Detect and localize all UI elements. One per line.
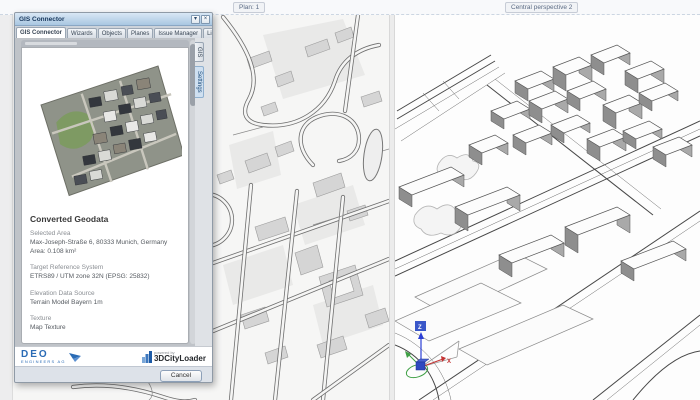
gis-connector-panel: GIS Connector ▾ × GIS Connector Wizards … (14, 12, 213, 383)
section-value: Terrain Model Bayern 1m (30, 299, 180, 308)
tab-wizards[interactable]: Wizards (67, 28, 97, 38)
perspective-drawing: Z X (395, 15, 700, 400)
perspective-buildings (395, 45, 692, 365)
side-tab-gis[interactable]: GIS (195, 42, 204, 62)
brand-name: DEO (21, 350, 66, 359)
viewport-tab-perspective[interactable]: Central perspective 2 (505, 2, 578, 13)
engineers-logo: DEO ENGINEERS AG (21, 350, 82, 364)
pin-icon[interactable]: ▾ (191, 15, 200, 24)
viewport-tab-plan[interactable]: Plan: 1 (233, 2, 265, 13)
geodata-preview-image (30, 52, 182, 204)
section-value: Max-Joseph-Straße 6, 80333 Munich, Germa… (30, 239, 180, 248)
panel-content: Converted Geodata Selected Area Max-Jose… (15, 38, 197, 346)
brand-subtitle: ENGINEERS AG (21, 359, 66, 364)
section-label: Elevation Data Source (30, 290, 180, 297)
cancel-button[interactable]: Cancel (160, 370, 202, 382)
perspective-viewport[interactable]: Z X (395, 15, 700, 400)
section-value: ETRS89 / UTM zone 32N (EPSG: 25832) (30, 273, 180, 282)
section-value: Map Texture (30, 324, 180, 333)
perspective-vegetation (414, 155, 479, 236)
product-name: 3DCityLoader (154, 355, 206, 363)
tab-gis-connector[interactable]: GIS Connector (16, 27, 66, 38)
panel-footer: DEO ENGINEERS AG powered by 3DCityLoader (15, 346, 212, 366)
app-left-margin (0, 15, 13, 400)
palette-side-tabs: GIS Settings (195, 38, 212, 346)
section-texture: Texture Map Texture (30, 315, 180, 333)
section-label: Target Reference System (30, 264, 180, 271)
section-elevation-data-source: Elevation Data Source Terrain Model Baye… (30, 290, 180, 308)
x-axis-label: X (447, 359, 451, 365)
application-window: Plan: 1 Central perspective 2 (0, 0, 700, 400)
section-label: Selected Area (30, 230, 180, 237)
tab-objects[interactable]: Objects (98, 28, 126, 38)
wizard-page-header (21, 40, 189, 47)
paper-plane-icon (68, 351, 82, 363)
panel-bottom-bar: Cancel (15, 366, 212, 383)
close-icon[interactable]: × (201, 15, 210, 24)
converted-geodata-card: Converted Geodata Selected Area Max-Jose… (21, 47, 189, 344)
card-heading: Converted Geodata (30, 214, 180, 224)
tab-issue-manager[interactable]: Issue Manager (154, 28, 202, 38)
tab-library[interactable]: Library (203, 28, 212, 38)
z-axis-label: Z (418, 325, 422, 331)
panel-titlebar[interactable]: GIS Connector ▾ × (15, 13, 212, 26)
section-label: Texture (30, 315, 180, 322)
plan-city-blocks (217, 19, 389, 364)
plan-landmark-oval (360, 128, 385, 182)
city-loader-icon (142, 351, 152, 363)
section-selected-area: Selected Area Max-Joseph-Straße 6, 80333… (30, 230, 180, 256)
section-value: Area: 0.108 km² (30, 248, 180, 257)
tab-planes[interactable]: Planes (127, 28, 153, 38)
panel-tabstrip: GIS Connector Wizards Objects Planes Iss… (15, 26, 212, 38)
powered-by-logo: powered by 3DCityLoader (142, 350, 206, 363)
side-tab-settings[interactable]: Settings (195, 66, 204, 98)
section-target-reference-system: Target Reference System ETRS89 / UTM zon… (30, 264, 180, 282)
panel-title: GIS Connector (19, 16, 190, 23)
